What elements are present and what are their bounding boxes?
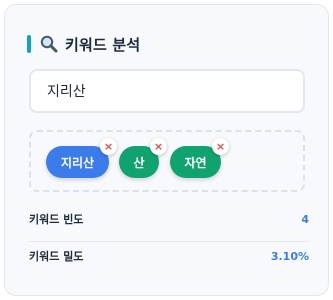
tag-remove-icon[interactable]: × <box>212 138 229 155</box>
keyword-density-label: 키워드 밀도 <box>29 250 84 263</box>
keyword-tag[interactable]: 지리산 × <box>46 138 117 178</box>
tag-label: 지리산 <box>60 155 95 170</box>
keyword-frequency-value: 4 <box>301 212 309 226</box>
tag-remove-icon[interactable]: × <box>150 138 167 155</box>
tag-label: 자연 <box>184 155 207 170</box>
panel-title: 키워드 분석 <box>65 35 141 54</box>
keyword-frequency-row: 키워드 빈도 4 <box>29 205 309 233</box>
keyword-input[interactable] <box>29 69 305 113</box>
keyword-analysis-panel: 키워드 분석 지리산 × 산 × 자연 × 키워드 빈도 4 키워드 밀도 3.… <box>4 4 329 296</box>
keyword-density-value: 3.10% <box>270 249 309 263</box>
tag-remove-icon[interactable]: × <box>100 138 117 155</box>
keyword-tags-area: 지리산 × 산 × 자연 × <box>29 130 305 192</box>
search-icon <box>39 34 59 54</box>
panel-header: 키워드 분석 <box>27 30 140 58</box>
keyword-density-row: 키워드 밀도 3.10% <box>29 242 309 270</box>
title-accent-bar <box>27 35 31 53</box>
keyword-frequency-label: 키워드 빈도 <box>29 213 84 226</box>
keyword-tag[interactable]: 산 × <box>119 138 167 178</box>
tag-label: 산 <box>133 155 145 170</box>
keyword-tag[interactable]: 자연 × <box>170 138 229 178</box>
